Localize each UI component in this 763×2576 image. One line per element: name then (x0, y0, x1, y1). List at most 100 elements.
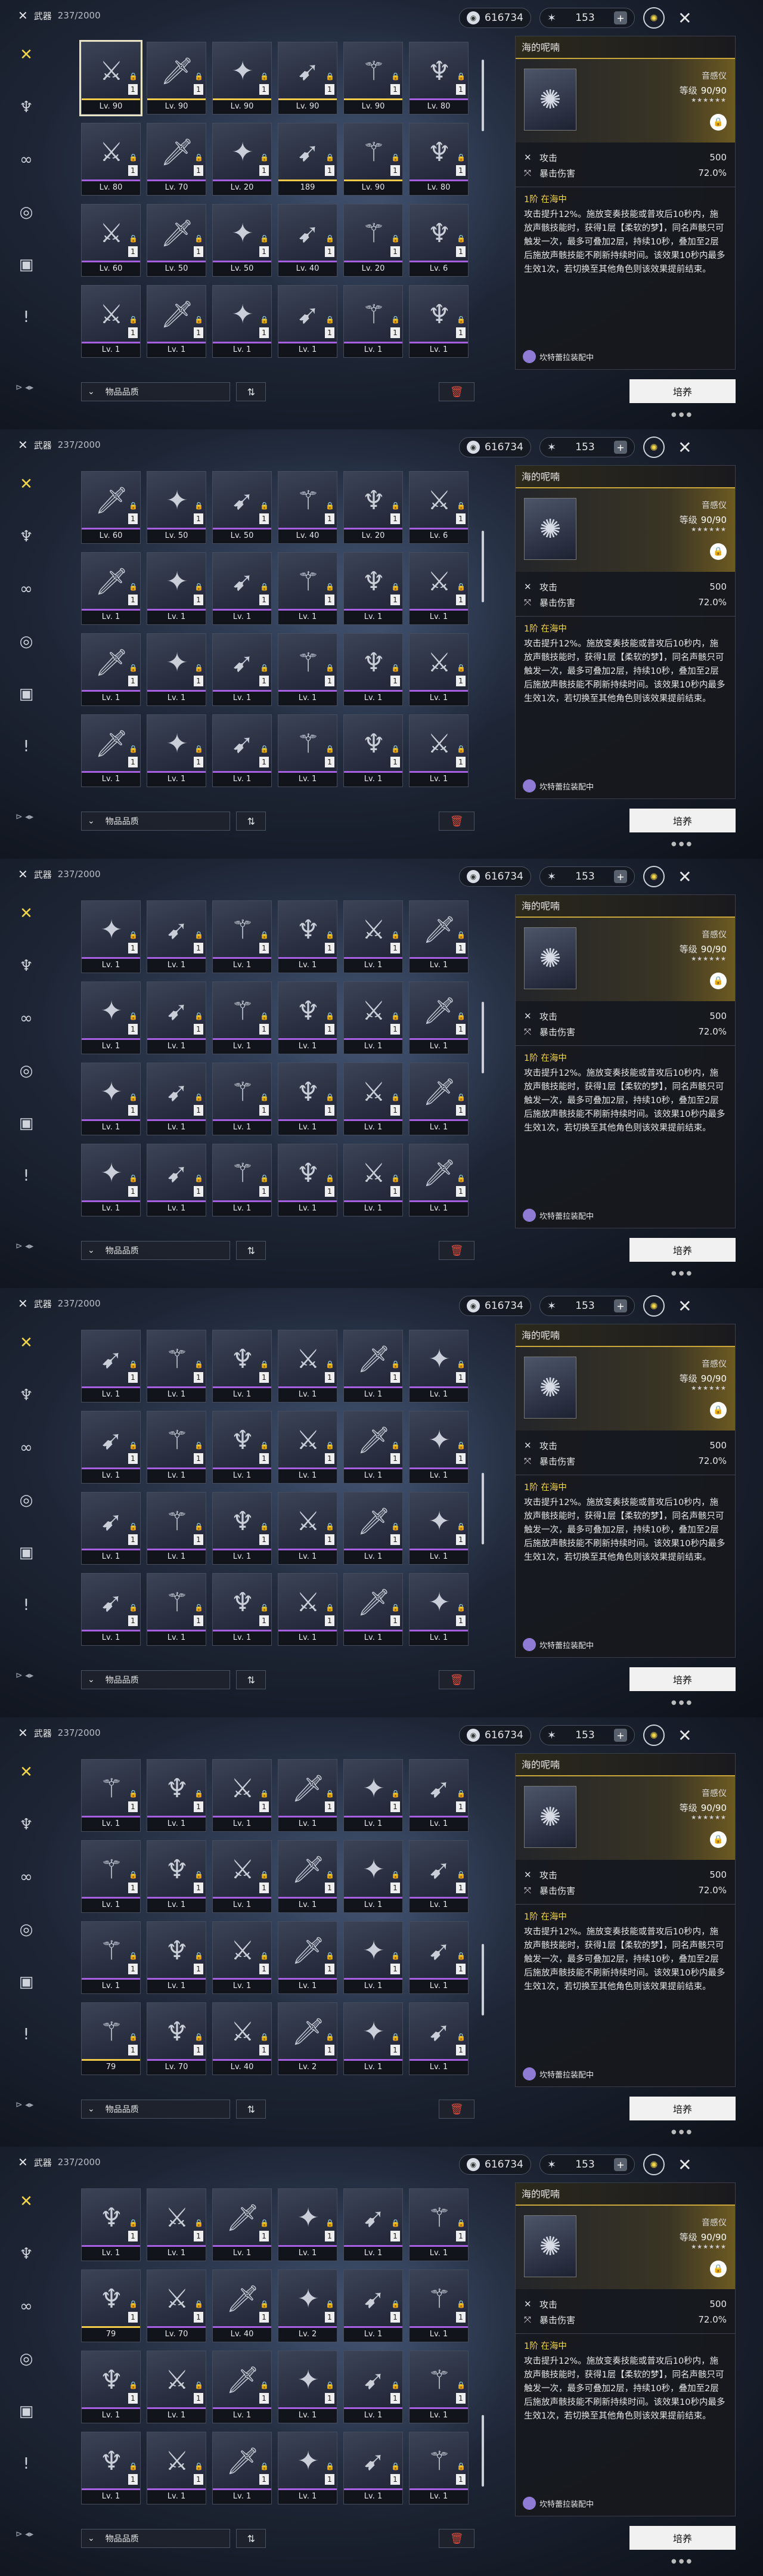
lock-toggle[interactable]: 🔒 (710, 543, 727, 560)
weapon-card[interactable]: ➹ 1 🔒 Lv. 1 (81, 1411, 141, 1484)
weapon-card[interactable]: ⚚ 1 🔒 Lv. 1 (212, 1144, 272, 1216)
weapon-card[interactable]: ♆ 1 🔒 Lv. 1 (278, 900, 337, 973)
weapon-card[interactable]: ✦ 1 🔒 Lv. 1 (147, 714, 206, 787)
weapon-card[interactable]: ♆ 1 🔒 Lv. 1 (147, 1759, 206, 1832)
weapon-card[interactable]: 🗡 1 🔒 Lv. 1 (81, 633, 141, 706)
sort-order-button[interactable]: ⇅ (236, 382, 266, 401)
weapon-card[interactable]: ⚚ 1 🔒 Lv. 1 (278, 552, 337, 625)
weapon-card[interactable]: ⚚ 1 🔒 Lv. 20 (343, 204, 403, 277)
weapon-card[interactable]: ➹ 1 🔒 Lv. 1 (81, 1330, 141, 1402)
weapon-card[interactable]: 🗡 1 🔒 Lv. 1 (343, 1330, 403, 1402)
weapon-card[interactable]: ♆ 1 🔒 Lv. 1 (212, 1330, 272, 1402)
weapon-tab-icon[interactable]: ✕ (13, 1759, 39, 1785)
weapon-card[interactable]: 🗡 1 🔒 Lv. 2 (278, 2002, 337, 2075)
box-tab-icon[interactable]: ▣ (13, 1540, 39, 1566)
weapon-card[interactable]: ➹ 1 🔒 Lv. 1 (212, 552, 272, 625)
coin-counter[interactable]: ◉ 616734 (459, 437, 531, 457)
weapon-card[interactable]: ⚔ 1 🔒 Lv. 70 (147, 2270, 206, 2342)
close-button[interactable]: ✕ (673, 2153, 697, 2176)
weapon-card[interactable]: 🗡 1 🔒 Lv. 50 (147, 204, 206, 277)
link-tab-icon[interactable]: ∞ (13, 1005, 39, 1032)
weapon-card[interactable]: ⚔ 1 🔒 Lv. 1 (409, 552, 469, 625)
weapon-card[interactable]: ✦ 1 🔒 Lv. 90 (212, 42, 272, 114)
weapon-card[interactable]: ⚚ 1 🔒 Lv. 1 (147, 1573, 206, 1646)
weapon-card[interactable]: ⚚ 1 🔒 Lv. 1 (81, 1759, 141, 1832)
weapon-card[interactable]: 🗡 1 🔒 Lv. 60 (81, 471, 141, 544)
dismantle-button[interactable]: 🗑 (439, 1241, 474, 1260)
notice-tab-icon[interactable]: ! (13, 733, 39, 760)
link-tab-icon[interactable]: ∞ (13, 1864, 39, 1890)
lock-toggle[interactable]: 🔒 (710, 1831, 727, 1848)
sort-order-button[interactable]: ⇅ (236, 2100, 266, 2119)
weapon-card[interactable]: ✦ 1 🔒 Lv. 1 (343, 2002, 403, 2075)
weapon-card[interactable]: ➹ 1 🔒 Lv. 1 (409, 1759, 469, 1832)
weapon-card[interactable]: ♆ 1 🔒 Lv. 80 (409, 123, 469, 196)
weapon-card[interactable]: 🗡 1 🔒 Lv. 1 (278, 1759, 337, 1832)
weapon-card[interactable]: ♆ 1 🔒 Lv. 1 (343, 552, 403, 625)
link-tab-icon[interactable]: ∞ (13, 2293, 39, 2320)
echo-tab-icon[interactable]: ♆ (13, 953, 39, 979)
weapon-card[interactable]: ⚚ 1 🔒 Lv. 1 (278, 714, 337, 787)
grid-scrollbar[interactable] (482, 60, 484, 131)
echo-tab-icon[interactable]: ♆ (13, 1812, 39, 1838)
settings-button[interactable]: ✺ (643, 1724, 665, 1746)
weapon-card[interactable]: ⚔ 1 🔒 Lv. 1 (212, 1921, 272, 1994)
weapon-card[interactable]: ➹ 1 🔒 189 (278, 123, 337, 196)
weapon-card[interactable]: ♆ 1 🔒 Lv. 70 (147, 2002, 206, 2075)
coin-counter[interactable]: ◉ 616734 (459, 866, 531, 887)
notice-tab-icon[interactable]: ! (13, 304, 39, 330)
weapon-tab-icon[interactable]: ✕ (13, 42, 39, 68)
weapon-card[interactable]: ⚔ 1 🔒 Lv. 80 (81, 123, 141, 196)
weapon-card[interactable]: ⚚ 1 🔒 Lv. 1 (409, 2188, 469, 2261)
sort-order-button[interactable]: ⇅ (236, 2529, 266, 2548)
weapon-card[interactable]: ♆ 1 🔒 Lv. 1 (147, 1921, 206, 1994)
weapon-tab-icon[interactable]: ✕ (13, 1330, 39, 1356)
sort-order-button[interactable]: ⇅ (236, 1241, 266, 1260)
lock-toggle[interactable]: 🔒 (710, 1402, 727, 1419)
weapon-card[interactable]: 🗡 1 🔒 Lv. 1 (278, 1840, 337, 1913)
weapon-card[interactable]: ⚔ 1 🔒 Lv. 6 (409, 471, 469, 544)
weapon-card[interactable]: ♆ 1 🔒 Lv. 1 (343, 714, 403, 787)
weapon-card[interactable]: 🗡 1 🔒 Lv. 90 (147, 42, 206, 114)
weapon-card[interactable]: ➹ 1 🔒 Lv. 1 (343, 2188, 403, 2261)
weapon-card[interactable]: ⚚ 1 🔒 Lv. 1 (409, 2351, 469, 2423)
weapon-card[interactable]: ⚚ 1 🔒 Lv. 1 (343, 285, 403, 358)
echo-tab-icon[interactable]: ♆ (13, 524, 39, 550)
weapon-card[interactable]: ⚚ 1 🔒 Lv. 1 (278, 633, 337, 706)
weapon-card[interactable]: ♆ 1 🔒 Lv. 1 (81, 2351, 141, 2423)
weapon-card[interactable]: ✦ 1 🔒 Lv. 1 (147, 552, 206, 625)
close-button[interactable]: ✕ (673, 1294, 697, 1318)
weapon-card[interactable]: ♆ 1 🔒 Lv. 1 (278, 1063, 337, 1135)
weapon-card[interactable]: ⚔ 1 🔒 Lv. 1 (147, 2351, 206, 2423)
echo-tab-icon[interactable]: ♆ (13, 2241, 39, 2267)
weapon-card[interactable]: ⚚ 1 🔒 Lv. 1 (147, 1411, 206, 1484)
material-tab-icon[interactable]: ◎ (13, 628, 39, 655)
weapon-card[interactable]: 🗡 1 🔒 Lv. 40 (212, 2270, 272, 2342)
link-tab-icon[interactable]: ∞ (13, 147, 39, 173)
weapon-tab-icon[interactable]: ✕ (13, 2188, 39, 2215)
weapon-card[interactable]: ➹ 1 🔒 Lv. 1 (81, 1573, 141, 1646)
weapon-card[interactable]: ⚚ 1 🔒 79 (81, 2002, 141, 2075)
weapon-card[interactable]: ♆ 1 🔒 Lv. 1 (409, 285, 469, 358)
add-icon[interactable]: + (613, 1729, 627, 1742)
weapon-card[interactable]: ⚔ 1 🔒 Lv. 90 (79, 40, 142, 116)
weapon-card[interactable]: ✦ 1 🔒 Lv. 1 (343, 1921, 403, 1994)
dismantle-button[interactable]: 🗑 (439, 2529, 474, 2548)
weapon-card[interactable]: ⚚ 1 🔒 Lv. 90 (343, 123, 403, 196)
sort-dropdown[interactable]: ⌄ 物品品质 (81, 2100, 231, 2119)
weapon-card[interactable]: 🗡 1 🔒 Lv. 1 (81, 714, 141, 787)
weapon-card[interactable]: ➹ 1 🔒 Lv. 1 (147, 900, 206, 973)
weapon-card[interactable]: ♆ 1 🔒 Lv. 1 (278, 982, 337, 1054)
weapon-card[interactable]: ⚔ 1 🔒 Lv. 60 (81, 204, 141, 277)
close-button[interactable]: ✕ (673, 1723, 697, 1747)
weapon-card[interactable]: ⚔ 1 🔒 Lv. 1 (147, 2432, 206, 2504)
weapon-card[interactable]: ➹ 1 🔒 Lv. 1 (212, 633, 272, 706)
add-icon[interactable]: + (613, 1299, 627, 1312)
weapon-card[interactable]: 🗡 1 🔒 Lv. 1 (147, 285, 206, 358)
coin-counter[interactable]: ◉ 616734 (459, 1296, 531, 1316)
weapon-card[interactable]: ♆ 1 🔒 Lv. 6 (409, 204, 469, 277)
upgrade-button[interactable]: 培养 (629, 2097, 736, 2120)
grid-scrollbar[interactable] (482, 1002, 484, 1073)
weapon-card[interactable]: ⚔ 1 🔒 Lv. 1 (278, 1411, 337, 1484)
weapon-card[interactable]: ⚔ 1 🔒 Lv. 1 (278, 1330, 337, 1402)
